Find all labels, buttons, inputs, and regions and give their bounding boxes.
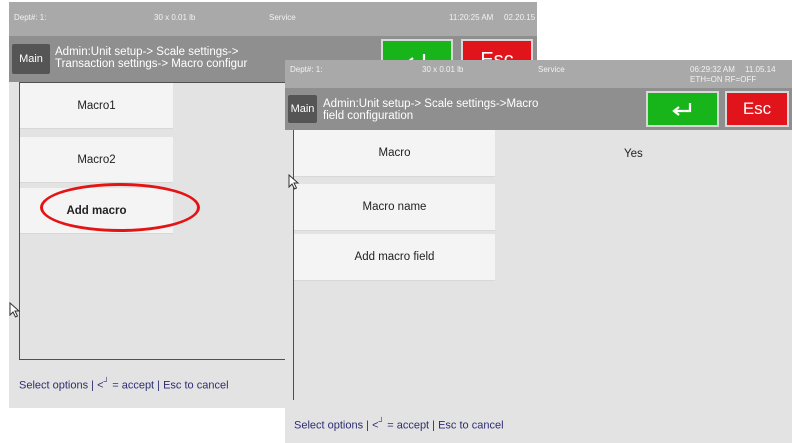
main-button[interactable]: Main bbox=[288, 95, 317, 123]
mode-label: Service bbox=[538, 65, 565, 74]
scale-screen-macro-field-configuration: Dept#: 1: 30 x 0.01 lb Service 06:29:32 … bbox=[285, 60, 792, 443]
esc-button[interactable]: Esc bbox=[725, 91, 789, 127]
footer-prefix: Select options | < bbox=[19, 379, 104, 392]
status-bar: Dept#: 1: 30 x 0.01 lb Service 06:29:32 … bbox=[285, 60, 792, 88]
date-label: 11.05.14 bbox=[745, 65, 776, 74]
footer-hint: Select options | <┘ = accept | Esc to ca… bbox=[294, 417, 504, 432]
menu-item-macro-name[interactable]: Macro name bbox=[294, 184, 495, 231]
capacity-label: 30 x 0.01 lb bbox=[154, 13, 196, 22]
enter-button[interactable] bbox=[646, 91, 719, 127]
macro-value: Yes bbox=[624, 148, 643, 160]
menu-item-macro[interactable]: Macro bbox=[294, 130, 495, 177]
enter-return-icon bbox=[671, 103, 691, 116]
time-label: 11:20:25 AM bbox=[449, 13, 494, 22]
footer-hint: Select options | <┘ = accept | Esc to ca… bbox=[19, 377, 229, 392]
footer-suffix: = accept | Esc to cancel bbox=[384, 419, 504, 432]
dept-label: Dept#: 1: bbox=[290, 65, 323, 74]
mouse-pointer-icon bbox=[288, 174, 300, 190]
header-bar: Main Admin:Unit setup-> Scale settings->… bbox=[285, 88, 792, 130]
status-bar: Dept#: 1: 30 x 0.01 lb Service 11:20:25 … bbox=[9, 2, 537, 36]
field-panel: Macro Macro name Add macro field Yes bbox=[293, 130, 792, 400]
menu-item-add-macro-field[interactable]: Add macro field bbox=[294, 234, 495, 281]
capacity-label: 30 x 0.01 lb bbox=[422, 65, 464, 74]
time-label: 06:29:32 AM bbox=[690, 65, 735, 74]
network-status: ETH=ON RF=OFF bbox=[690, 75, 757, 84]
footer-prefix: Select options | < bbox=[294, 419, 379, 432]
highlight-ellipse bbox=[40, 183, 200, 232]
breadcrumb: Admin:Unit setup-> Scale settings->Macro… bbox=[323, 98, 539, 122]
dept-label: Dept#: 1: bbox=[14, 13, 47, 22]
breadcrumb: Admin:Unit setup-> Scale settings-> Tran… bbox=[55, 46, 248, 70]
mouse-pointer-icon bbox=[9, 302, 21, 318]
mode-label: Service bbox=[269, 13, 296, 22]
menu-item-macro2[interactable]: Macro2 bbox=[20, 137, 173, 183]
footer-suffix: = accept | Esc to cancel bbox=[109, 379, 229, 392]
main-button[interactable]: Main bbox=[12, 44, 50, 74]
menu-item-macro1[interactable]: Macro1 bbox=[20, 83, 173, 129]
date-label: 02.20.15 bbox=[504, 13, 536, 22]
